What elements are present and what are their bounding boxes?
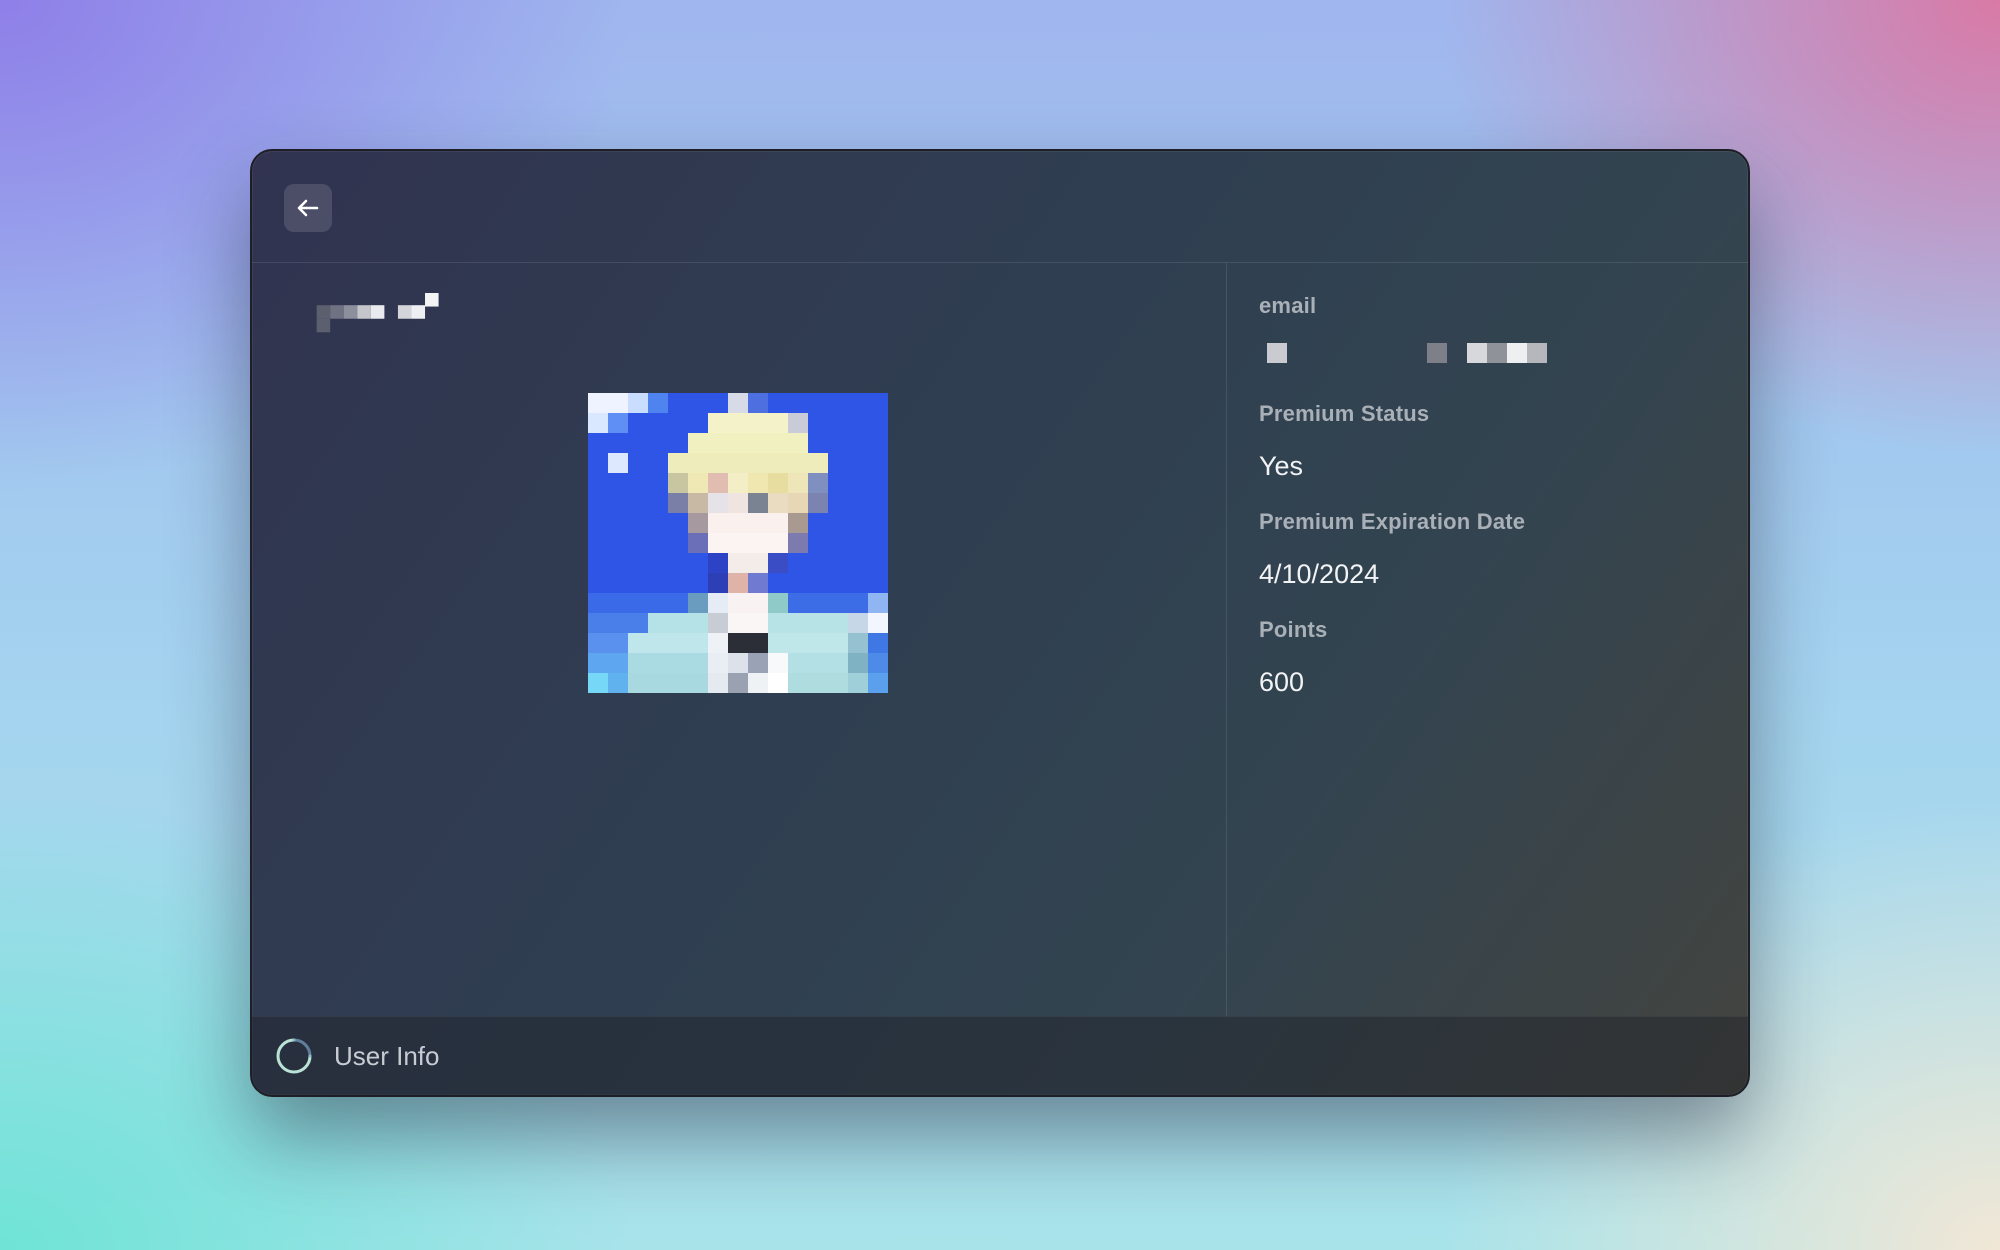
avatar (588, 393, 888, 693)
status-bar: User Info (252, 1016, 1748, 1095)
details-pane: email Premium Status Yes Premium Expirat… (1227, 263, 1748, 1017)
points-field: Points 600 (1259, 617, 1327, 698)
points-value: 600 (1259, 667, 1305, 697)
loading-spinner-icon (276, 1038, 312, 1074)
premium-expiration-value: 4/10/2024 (1259, 559, 1380, 589)
points-label: Points (1259, 617, 1328, 642)
premium-status-value: Yes (1259, 451, 1304, 481)
premium-status-field: Premium Status Yes (1259, 401, 1429, 482)
premium-status-label: Premium Status (1259, 401, 1430, 426)
arrow-left-icon (297, 199, 319, 217)
user-info-window: email Premium Status Yes Premium Expirat… (250, 149, 1750, 1097)
premium-expiration-field: Premium Expiration Date 4/10/2024 (1259, 509, 1525, 590)
username-redacted (316, 293, 439, 333)
email-label: email (1259, 293, 1317, 318)
toolbar (252, 151, 1748, 263)
premium-expiration-label: Premium Expiration Date (1259, 509, 1526, 534)
back-button[interactable] (284, 184, 332, 232)
profile-pane (252, 263, 1226, 1017)
email-field: email (1259, 293, 1559, 365)
email-value-redacted (1267, 343, 1547, 363)
footer-title: User Info (334, 1041, 440, 1071)
